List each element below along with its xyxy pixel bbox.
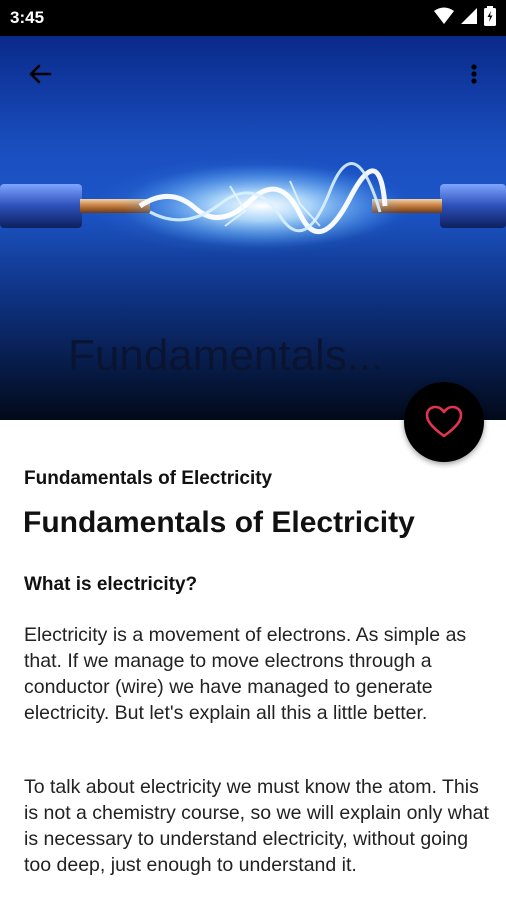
- article-subtitle: Fundamentals of Electricity: [24, 468, 273, 489]
- paragraph: To talk about electricity we must know t…: [24, 776, 489, 876]
- paragraph: Electricity is a movement of electrons. …: [24, 624, 467, 724]
- arrow-back-icon: [29, 64, 52, 84]
- article-title: Fundamentals of Electricity: [23, 506, 415, 539]
- heart-outline-icon: [425, 405, 463, 438]
- wifi-icon: [434, 7, 454, 24]
- status-icons: [434, 6, 496, 26]
- collapsed-toolbar-title: Fundamentals...: [68, 331, 384, 380]
- more-options-button[interactable]: [464, 58, 484, 90]
- more-vert-icon: [471, 64, 477, 84]
- header-image: Fundamentals...: [0, 36, 506, 420]
- section-heading: What is electricity?: [24, 574, 198, 595]
- favorite-button[interactable]: [404, 382, 484, 462]
- status-bar: 3:45: [0, 0, 506, 36]
- status-time: 3:45: [10, 8, 45, 27]
- signal-icon: [461, 8, 477, 24]
- article-content: Fundamentals of Electricity Fundamentals…: [0, 420, 506, 900]
- back-button[interactable]: [24, 58, 56, 90]
- battery-icon: [484, 6, 496, 26]
